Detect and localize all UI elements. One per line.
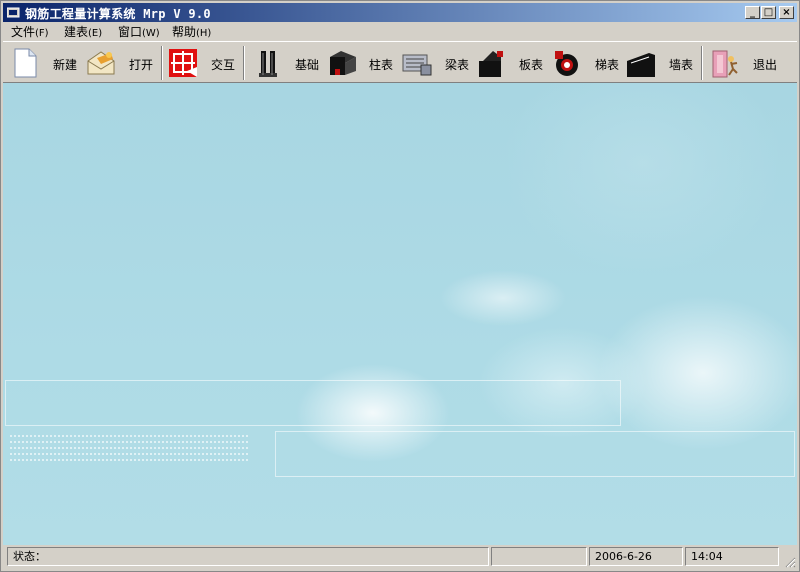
column-table-icon [330,51,356,75]
menu-build-table[interactable]: 建表(E) [64,24,102,40]
foundation-button-label: 基础 [295,58,320,72]
decorative-dots [9,435,249,437]
toolbar-separator [161,46,163,80]
status-panel: 状态： [7,547,489,566]
foundation-icon [259,51,277,77]
decorative-dots [9,453,249,455]
interact-grid-icon [169,49,197,77]
wall-table-button[interactable]: 墙表 [625,45,697,81]
menu-file-accel: (F) [35,28,49,39]
menu-bar: 文件(F) 建表(E) 窗口(W) 帮助(H) [3,23,797,41]
slab-table-button-label: 板表 [519,58,544,72]
close-button[interactable]: × [779,6,794,19]
beam-table-button-label: 梁表 [445,58,470,72]
status-time: 14:04 [685,547,779,566]
menu-help-accel: (H) [196,28,212,39]
menu-help[interactable]: 帮助(H) [172,24,211,40]
new-button[interactable]: 新建 [9,45,83,81]
minimize-button[interactable]: _ [745,6,760,19]
slab-table-button[interactable]: 板表 [475,45,547,81]
decorative-dots [9,441,249,443]
open-button-label: 打开 [129,58,154,72]
decorative-frame [275,431,795,477]
foundation-button[interactable]: 基础 [253,45,323,81]
stair-table-button[interactable]: 梯表 [551,45,623,81]
decorative-frame [5,380,621,426]
app-icon [7,7,20,18]
column-table-button-label: 柱表 [369,58,394,72]
decorative-dots [9,447,249,449]
exit-button[interactable]: 退出 [709,45,781,81]
menu-window[interactable]: 窗口(W) [118,24,160,40]
resize-grip-icon[interactable] [784,556,796,568]
menu-window-label: 窗口 [118,25,143,39]
toolbar: 新建 打开 交互 基础 柱表 梁表 板表 梯表 墙表 退出 [3,41,797,83]
column-table-button[interactable]: 柱表 [327,45,399,81]
menu-file-label: 文件 [11,25,36,39]
slab-table-icon [479,51,503,77]
menu-build-table-accel: (E) [88,28,103,39]
exit-icon [712,50,738,78]
mdi-workspace[interactable] [3,83,797,545]
interact-button-label: 交互 [211,58,236,72]
exit-button-label: 退出 [753,58,778,72]
decorative-dots [9,459,249,461]
status-date: 2006-6-26 [589,547,683,566]
toolbar-separator [701,46,703,80]
window-title: 钢筋工程量计算系统 Mrp V 9.0 [25,7,211,21]
app-window: 钢筋工程量计算系统 Mrp V 9.0 _ □ × 文件(F) 建表(E) 窗口… [0,0,800,572]
beam-table-button[interactable]: 梁表 [401,45,473,81]
menu-file[interactable]: 文件(F) [11,24,49,40]
maximize-button[interactable]: □ [761,6,776,19]
status-bar: 状态： 2006-6-26 14:04 [3,545,797,569]
wall-table-button-label: 墙表 [669,58,694,72]
interact-button[interactable]: 交互 [167,45,239,81]
menu-build-table-label: 建表 [64,25,89,39]
title-bar[interactable]: 钢筋工程量计算系统 Mrp V 9.0 _ □ × [3,3,797,22]
menu-help-label: 帮助 [172,25,197,39]
menu-window-accel: (W) [142,28,160,39]
wall-table-icon [627,53,655,77]
beam-table-icon [402,54,432,76]
stair-table-icon [555,51,578,76]
open-button[interactable]: 打开 [85,45,159,81]
new-button-label: 新建 [53,58,78,72]
status-panel-empty [491,547,587,566]
stair-table-button-label: 梯表 [595,58,620,72]
new-document-icon [14,48,37,78]
status-label: 状态： [13,550,46,563]
open-envelope-icon [87,51,115,75]
toolbar-separator [243,46,245,80]
